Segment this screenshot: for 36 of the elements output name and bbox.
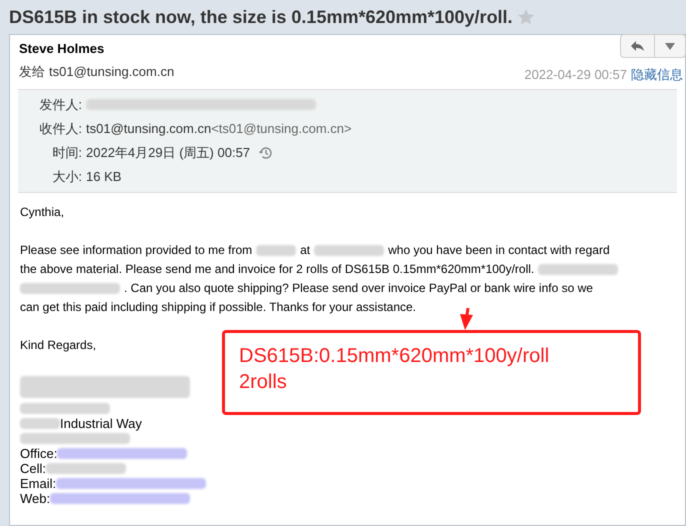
subject-title: DS615B in stock now, the size is 0.15mm*620mm*100y/roll. [9, 6, 513, 29]
text: the above material. Please send me and invoice for 2 rolls of DS615B 0.15mm*620mm*100y/roll. [20, 260, 534, 278]
detail-label: 收件人: [38, 120, 82, 138]
text: Please see information provided to me from [20, 242, 252, 258]
star-icon[interactable] [516, 8, 535, 26]
text: at [300, 242, 310, 258]
detail-label: 时间: [51, 144, 82, 162]
text: Kind Regards, [20, 336, 96, 354]
caret-icon [665, 42, 675, 50]
redacted-blur [20, 418, 60, 428]
text: . Can you also quote shipping? Please send over invoice PayPal or bank wire info so we [124, 280, 593, 296]
address-text: <ts01@tunsing.com.cn> [211, 120, 352, 138]
text: ts01@tunsing.com.cn [86, 120, 212, 138]
text: Cynthia, [20, 204, 64, 220]
text: Cell: [20, 460, 46, 476]
recipient-address: ts01@tunsing.com.cn [49, 62, 174, 81]
redacted-blur [314, 244, 384, 256]
text: Web: [20, 490, 50, 506]
history-icon[interactable] [258, 144, 274, 160]
detail-label: 大小: [51, 168, 82, 186]
text: can get this paid including shipping if possible. Thanks for your assistance. [20, 298, 416, 316]
text: Office: [20, 446, 58, 460]
to-label: 发给 [19, 62, 45, 80]
text: Email: [20, 476, 56, 490]
message-date: 2022-04-29 00:57 [524, 66, 627, 84]
sender-name: Steve Holmes [19, 40, 106, 58]
detail-label: 发件人: [38, 96, 82, 114]
hide-details-link[interactable]: 隐藏信息 [631, 65, 683, 84]
annotation-text: DS615B:0.15mm*620mm*100y/roll [239, 344, 550, 369]
text: Industrial Way [60, 416, 142, 430]
redacted-blur [256, 244, 296, 256]
text: 16 KB [86, 168, 122, 186]
text: 2022年4月29日 (周五) 00:57 [86, 144, 250, 162]
text: who you have been in contact with regard [388, 242, 610, 258]
reply-icon [630, 40, 646, 52]
annotation-text: 2rolls [239, 370, 288, 395]
